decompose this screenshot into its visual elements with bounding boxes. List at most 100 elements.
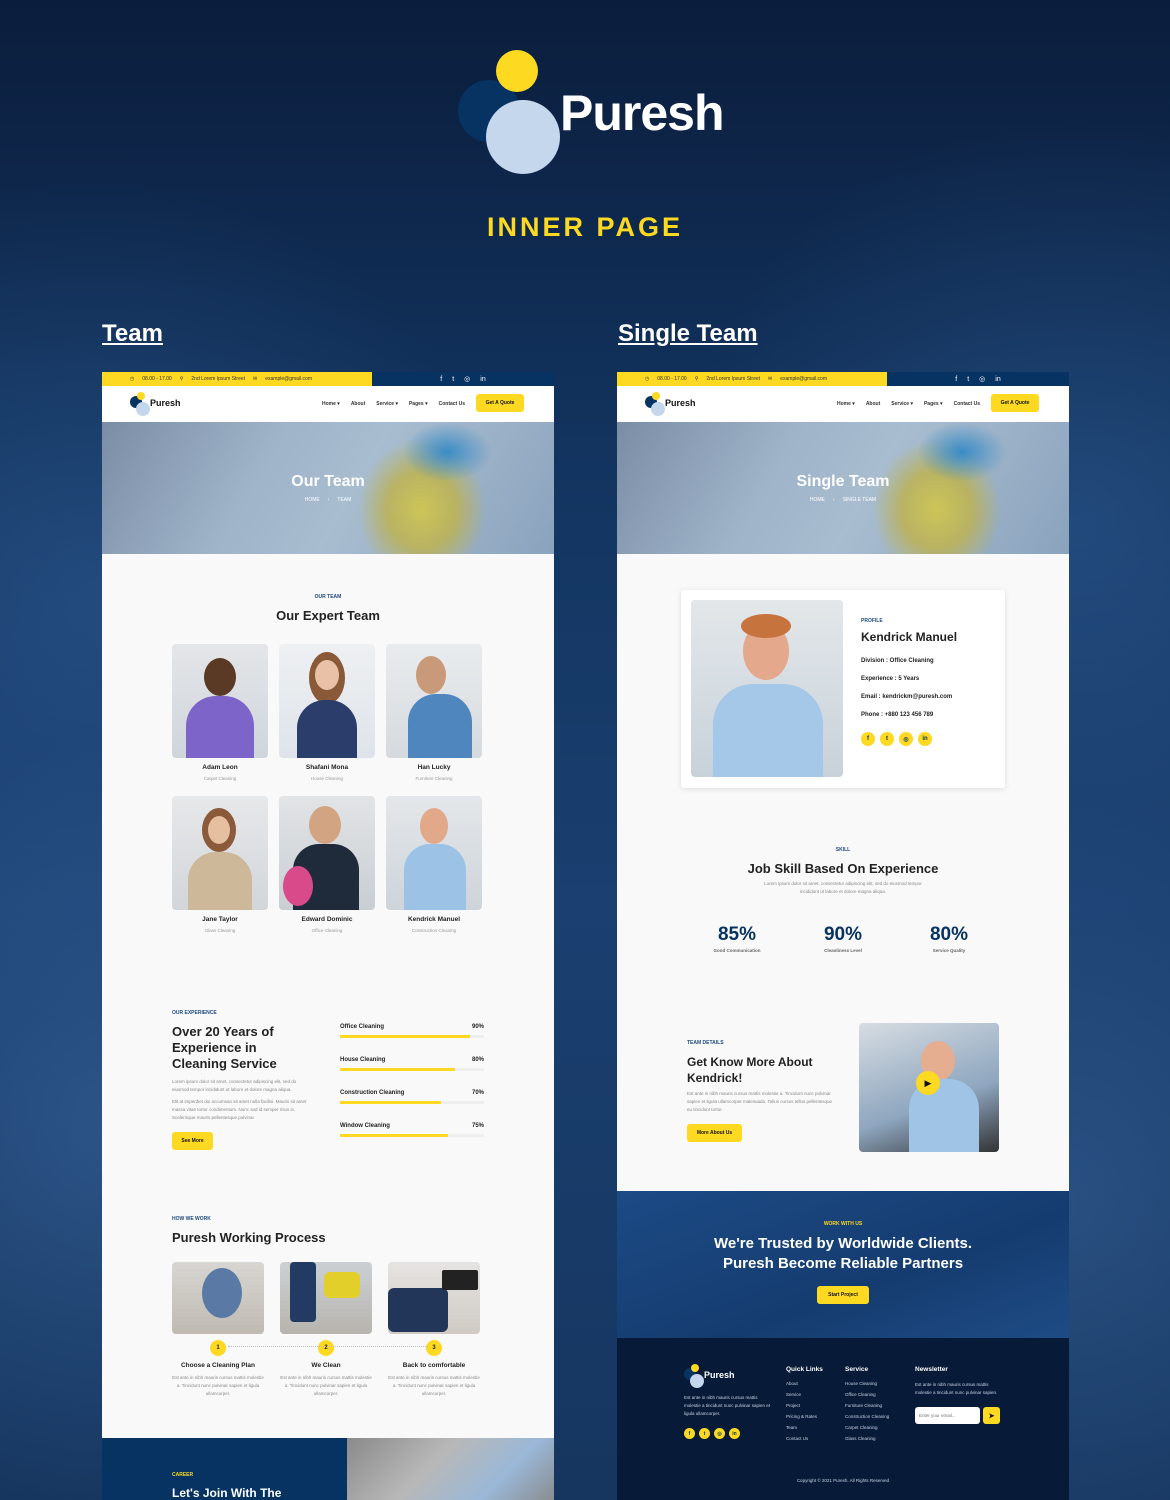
trust-line-1: We're Trusted by Worldwide Clients. [713,1235,973,1252]
footer-logo[interactable]: Puresh [684,1364,744,1388]
stat-item: 85% Good Communication [687,924,787,953]
step-desc: Est ante in nibh mauris cursus mattis mo… [388,1375,480,1396]
brand-logo: Puresh [458,50,725,175]
nav-service[interactable]: Service ▾ [376,401,398,407]
twitter-icon[interactable]: t [880,732,894,746]
get-quote-button[interactable]: Get A Quote [991,394,1039,412]
facebook-icon[interactable]: f [955,376,957,383]
address: 2nd Lorem Ipsum Street [191,376,246,382]
member-name: Jane Taylor [202,916,238,923]
footer-link[interactable]: Pricing & Rates [786,1414,823,1419]
facebook-icon[interactable]: f [861,732,875,746]
get-quote-button[interactable]: Get A Quote [476,394,524,412]
newsletter-text: Est ante in nibh mauris cursus mattis mo… [915,1382,998,1395]
skill-bar: Window Cleaning 75% [340,1123,484,1137]
nav-home[interactable]: Home ▾ [837,401,855,407]
video-thumbnail[interactable]: ▶ [859,1023,999,1152]
footer-link[interactable]: Service [786,1392,823,1397]
footer-link[interactable]: About [786,1381,823,1386]
profile-photo [691,600,843,777]
member-name: Han Lucky [417,764,451,771]
member-photo [172,796,268,910]
footer-service-link[interactable]: Glass Cleaning [845,1436,889,1441]
details-desc: Est ante in nibh mauris cursus mattis mo… [687,1091,832,1112]
footer-link[interactable]: Contact Us [786,1436,823,1441]
profile-eyebrow: PROFILE [861,618,883,624]
team-card[interactable]: Adam Leon Carpet Cleaning [172,644,268,796]
instagram-icon[interactable]: ◎ [714,1428,725,1439]
location-icon: ⚲ [179,376,184,382]
step-title: Choose a Cleaning Plan [180,1362,256,1369]
nav-logo[interactable]: Puresh [645,392,705,416]
member-photo [386,796,482,910]
start-project-button[interactable]: Start Project [817,1286,869,1304]
skill-percent: 80% [471,1057,484,1063]
team-card[interactable]: Han Lucky Furniture Cleaning [386,644,482,796]
twitter-icon[interactable]: t [967,376,969,383]
page-label-team[interactable]: Team [102,320,163,348]
nav-pages[interactable]: Pages ▾ [924,401,943,407]
instagram-icon[interactable]: ◎ [899,732,913,746]
page-banner: Single Team HOME › SINGLE TEAM [617,422,1069,554]
team-eyebrow: OUR TEAM [314,594,342,600]
play-icon[interactable]: ▶ [916,1071,940,1095]
footer-service-link[interactable]: Construction Cleaning [845,1414,889,1419]
nav-logo-text: Puresh [665,398,696,408]
breadcrumb-sep: › [832,497,835,503]
footer-link[interactable]: Team [786,1425,823,1430]
breadcrumb: HOME › SINGLE TEAM [810,497,876,503]
linkedin-icon[interactable]: in [480,376,485,383]
mail-icon: ✉ [768,376,773,382]
instagram-icon[interactable]: ◎ [464,375,470,383]
team-card[interactable]: Shafani Mona House Cleaning [279,644,375,796]
linkedin-icon[interactable]: in [729,1428,740,1439]
instagram-icon[interactable]: ◎ [979,375,985,383]
twitter-icon[interactable]: t [699,1428,710,1439]
twitter-icon[interactable]: t [452,376,454,383]
skill-track [340,1101,484,1104]
team-card[interactable]: Kendrick Manuel Construction Cleaning [386,796,482,948]
nav-about[interactable]: About [866,401,880,407]
stat-item: 80% Service Quality [899,924,999,953]
page-label-single-team[interactable]: Single Team [618,320,758,348]
skill-percent: 90% [471,1024,484,1030]
footer-service-link[interactable]: Carpet Cleaning [845,1425,889,1430]
step-title: We Clean [311,1362,341,1369]
facebook-icon[interactable]: f [684,1428,695,1439]
team-card[interactable]: Edward Dominic Office Cleaning [279,796,375,948]
footer-service-link[interactable]: Office Cleaning [845,1392,889,1397]
nav-service[interactable]: Service ▾ [891,401,913,407]
nav-contact[interactable]: Contact Us [954,401,980,407]
breadcrumb-home[interactable]: HOME [305,497,320,503]
footer-service-link[interactable]: House Cleaning [845,1381,889,1386]
team-card[interactable]: Jane Taylor Glass Cleaning [172,796,268,948]
newsletter-email-input[interactable] [915,1407,980,1424]
stat-value: 80% [929,924,969,945]
skill-label: Office Cleaning [340,1024,385,1030]
skill-bar: House Cleaning 80% [340,1057,484,1071]
profile-card: PROFILE Kendrick Manuel Division : Offic… [681,590,1005,788]
nav-contact[interactable]: Contact Us [439,401,465,407]
more-about-button[interactable]: More About Us [687,1124,742,1142]
email[interactable]: example@gmail.com [780,376,827,382]
clock-icon: ◷ [129,376,135,382]
nav-about[interactable]: About [351,401,365,407]
see-more-button[interactable]: See More [172,1132,213,1150]
send-icon[interactable]: ➤ [983,1407,1000,1424]
email[interactable]: example@gmail.com [265,376,312,382]
skill-stats: 85% Good Communication 90% Cleanliness Lev… [687,924,999,953]
newsletter-title: Newsletter [915,1366,948,1373]
breadcrumb-home[interactable]: HOME [810,497,825,503]
linkedin-icon[interactable]: in [918,732,932,746]
linkedin-icon[interactable]: in [995,376,1000,383]
nav-logo[interactable]: Puresh [130,392,190,416]
member-name: Edward Dominic [301,916,353,923]
nav-home[interactable]: Home ▾ [322,401,340,407]
footer-service-link[interactable]: Furniture Cleaning [845,1403,889,1408]
footer-logo-text: Puresh [704,1370,735,1380]
footer-link[interactable]: Project [786,1403,823,1408]
facebook-icon[interactable]: f [440,376,442,383]
navbar: Puresh Home ▾ About Service ▾ Pages ▾ Co… [102,386,554,422]
nav-pages[interactable]: Pages ▾ [409,401,428,407]
member-photo [172,644,268,758]
